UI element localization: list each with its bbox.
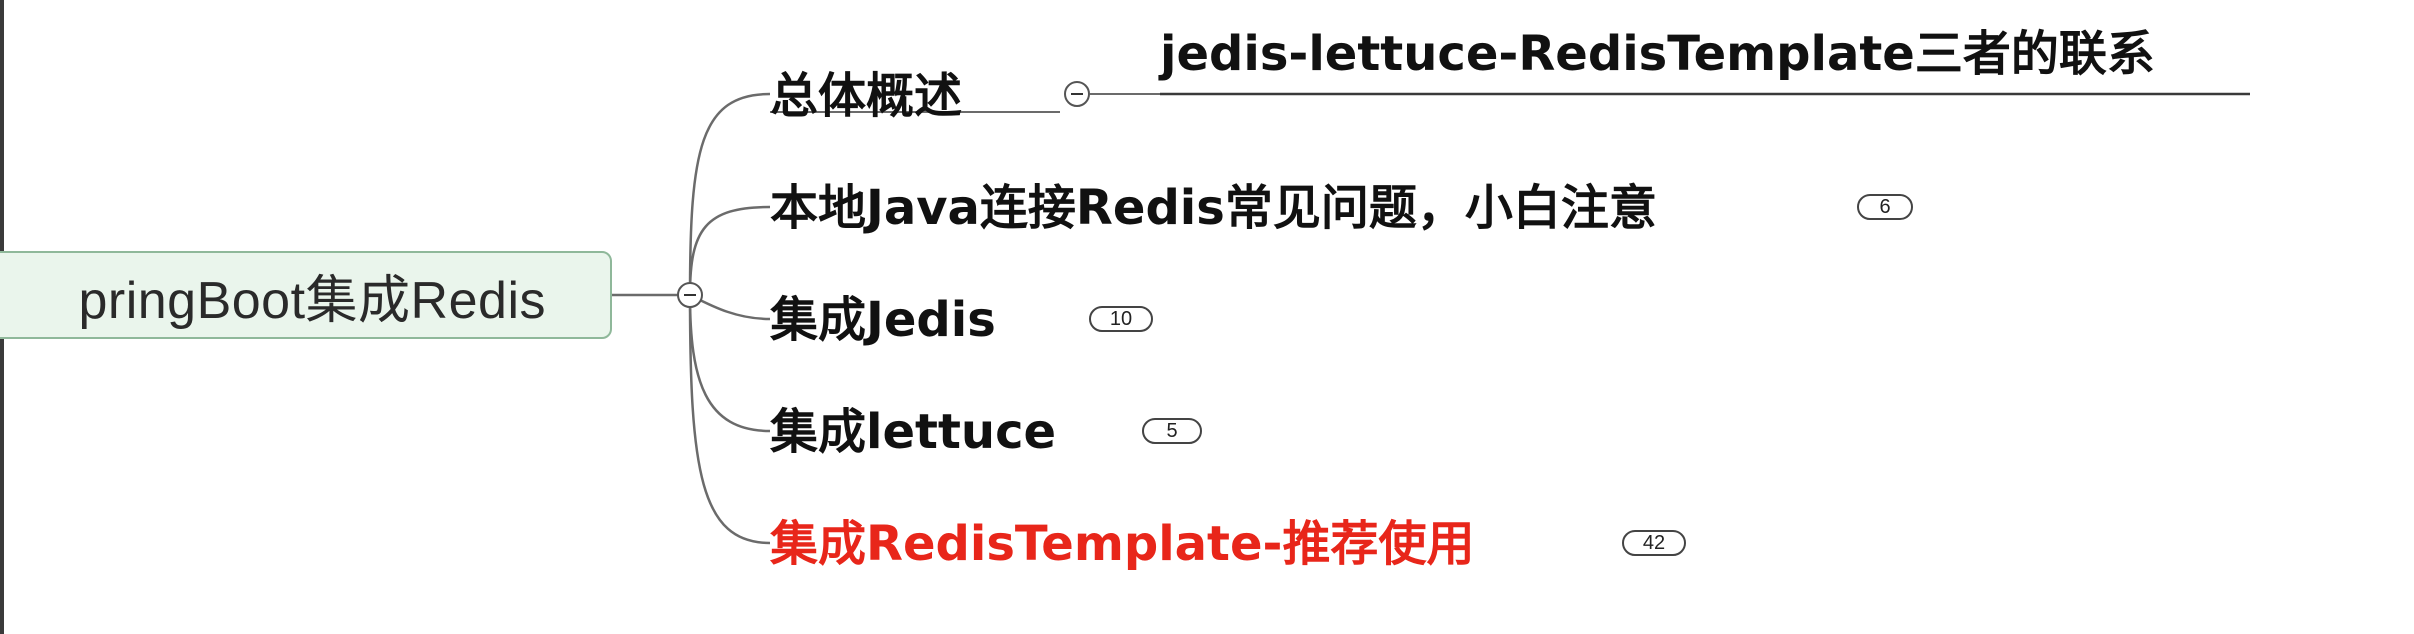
connector-branch-4 (688, 294, 771, 433)
connector-branch-2 (688, 205, 771, 296)
branch-redistemplate[interactable]: 集成RedisTemplate-推荐使用 (770, 520, 1474, 568)
root-node-label: pringBoot集成Redis (78, 271, 546, 330)
mindmap-canvas: pringBoot集成Redis 总体概述 jedis-lettuce-Redi… (0, 0, 2414, 634)
root-collapse-toggle[interactable] (677, 282, 703, 308)
branch-lettuce-count-badge[interactable]: 5 (1142, 418, 1202, 444)
branch-redistemplate-count-badge[interactable]: 42 (1622, 530, 1686, 556)
branch-local-java-issues[interactable]: 本地Java连接Redis常见问题，小白注意 (770, 184, 1657, 232)
branch-lettuce[interactable]: 集成lettuce (770, 408, 1056, 456)
connector-branch-5 (688, 294, 771, 545)
root-node[interactable]: pringBoot集成Redis (0, 251, 612, 339)
branch-overview[interactable]: 总体概述 (770, 72, 962, 120)
branch-local-java-issues-count-badge[interactable]: 6 (1857, 194, 1913, 220)
connector-branch-1 (688, 92, 771, 296)
branch-jedis-count-badge[interactable]: 10 (1089, 306, 1153, 332)
branch-overview-collapse-toggle[interactable] (1064, 81, 1090, 107)
leaf-relationship[interactable]: jedis-lettuce-RedisTemplate三者的联系 (1160, 30, 2155, 78)
branch-jedis[interactable]: 集成Jedis (770, 296, 996, 344)
